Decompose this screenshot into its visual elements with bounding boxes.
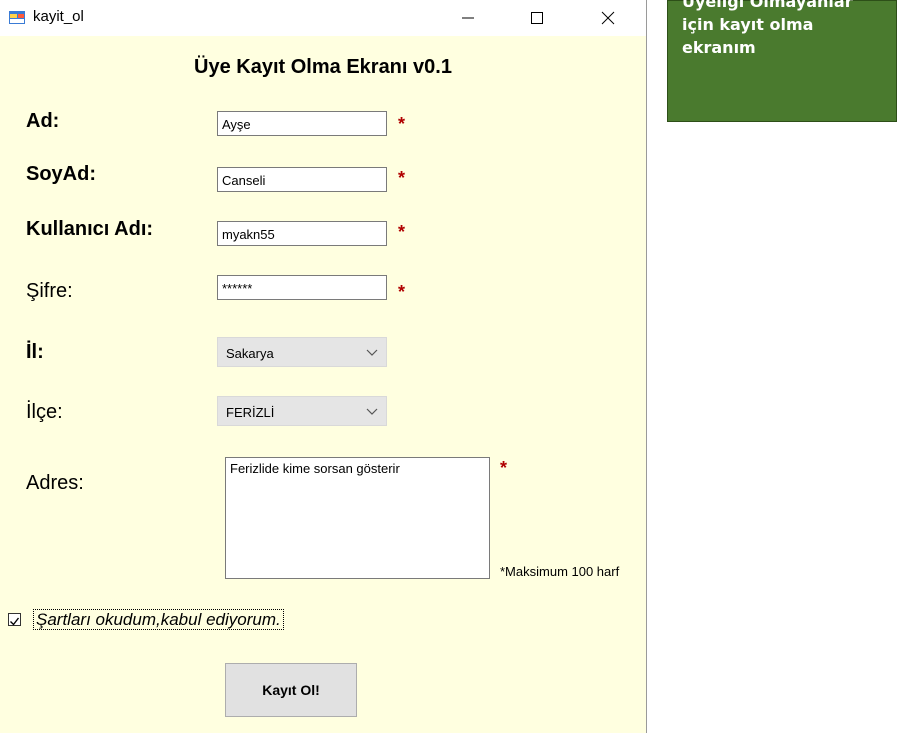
il-select[interactable]: Sakarya — [217, 337, 387, 367]
il-label: İl: — [26, 341, 44, 363]
kullanici-adi-label: Kullanıcı Adı: — [26, 218, 154, 240]
info-note: Üyeliği Olmayanlar için kayıt olma ekran… — [667, 0, 897, 122]
title-bar[interactable]: kayit_ol — [0, 0, 646, 36]
chevron-down-icon — [366, 349, 378, 356]
chevron-down-icon — [366, 408, 378, 415]
maximize-button[interactable] — [514, 0, 560, 36]
ilce-label: İlçe: — [26, 401, 63, 423]
checkmark-icon — [10, 617, 20, 626]
adres-required-mark: * — [500, 458, 508, 478]
il-selected-value: Sakarya — [226, 346, 274, 361]
soyad-label: SoyAd: — [26, 163, 96, 185]
sifre-label: Şifre: — [26, 280, 73, 302]
adres-label: Adres: — [26, 472, 84, 494]
adres-textarea[interactable]: Ferizlide kime sorsan gösterir — [225, 457, 490, 579]
kullanici-adi-input[interactable]: myakn55 — [217, 221, 387, 246]
app-form-icon — [9, 11, 25, 24]
window-title: kayit_ol — [33, 8, 84, 25]
sifre-required-mark: * — [398, 282, 406, 302]
soyad-required-mark: * — [398, 168, 406, 188]
soyad-input[interactable]: Canseli — [217, 167, 387, 192]
note-line: ekranım — [682, 38, 756, 57]
close-icon — [601, 11, 615, 25]
terms-label[interactable]: Şartları okudum,kabul ediyorum. — [33, 609, 284, 630]
ad-label: Ad: — [26, 110, 60, 132]
ad-required-mark: * — [398, 114, 406, 134]
minimize-icon — [462, 17, 474, 19]
note-line: Üyeliği Olmayanlar — [682, 0, 853, 11]
form-heading: Üye Kayıt Olma Ekranı v0.1 — [194, 56, 452, 78]
sifre-password-input[interactable]: ****** — [217, 275, 387, 300]
close-button[interactable] — [585, 0, 631, 36]
note-line: için kayıt olma — [682, 15, 814, 34]
minimize-button[interactable] — [445, 0, 491, 36]
terms-checkbox[interactable] — [8, 613, 21, 626]
kayit-ol-window: kayit_ol Üye Kayıt Olma Ekranı v0.1 Ad: … — [0, 0, 647, 733]
kayit-ol-button[interactable]: Kayıt Ol! — [225, 663, 357, 717]
adres-max-length-hint: *Maksimum 100 harf — [500, 564, 620, 579]
ad-input[interactable]: Ayşe — [217, 111, 387, 136]
ilce-select[interactable]: FERİZLİ — [217, 396, 387, 426]
ilce-selected-value: FERİZLİ — [226, 405, 275, 420]
maximize-icon — [531, 12, 543, 24]
kullanici-adi-required-mark: * — [398, 222, 406, 242]
